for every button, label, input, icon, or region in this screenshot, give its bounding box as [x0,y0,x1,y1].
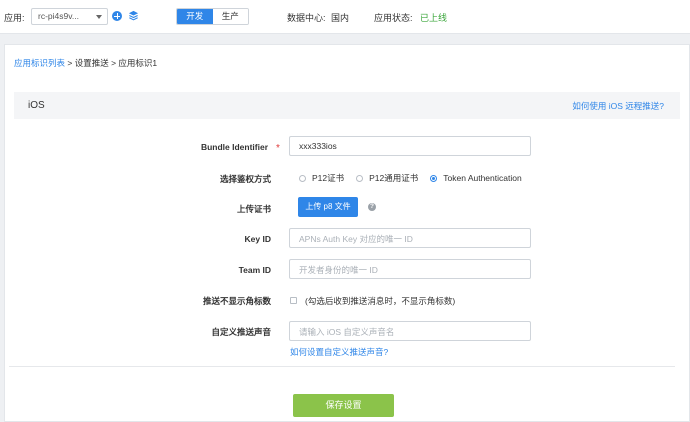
environment-toggle[interactable]: 开发 生产 [176,8,249,25]
upload-cert-label: 上传证书 [236,204,271,214]
breadcrumb-separator: > [108,58,119,68]
status-badge: 已上线 [420,13,448,23]
status-label: 应用状态: [374,13,413,23]
upload-p8-button[interactable]: 上传 p8 文件 [298,197,358,217]
required-marker: * [276,143,280,154]
app-select[interactable]: rc-pi4s9v... [31,8,108,25]
radio-p12-circle[interactable] [299,174,306,182]
custom-sound-label: 自定义推送声音 [211,327,271,337]
team-id-input[interactable]: 开发者身份的唯一 ID [289,259,531,279]
app-select-value: rc-pi4s9v... [38,11,79,21]
hide-badge-description: (勾选后收到推送消息时，不显示角标数) [305,296,456,306]
ios-push-help-link[interactable]: 如何使用 iOS 远程推送? [572,100,664,112]
hide-badge-checkbox[interactable] [290,297,297,304]
datacenter-value: 国内 [331,13,350,23]
form-divider [9,366,675,367]
datacenter-label: 数据中心: [287,13,326,23]
radio-p12[interactable]: P12证书 [299,172,344,184]
radio-p12-universal[interactable]: P12通用证书 [356,172,418,184]
layers-icon[interactable] [128,10,139,21]
breadcrumb-item-push: 设置推送 [74,58,109,68]
auth-method-label: 选择鉴权方式 [219,174,271,184]
hide-badge-label: 推送不显示角标数 [202,296,271,306]
custom-sound-input[interactable]: 请输入 iOS 自定义声音名 [289,321,531,341]
top-bar: 应用: rc-pi4s9v... 开发 生产 数据中心: 国内 应用状态: 已上… [0,0,690,34]
radio-token-auth-label: Token Authentication [443,173,522,183]
section-title: iOS [28,100,45,111]
bundle-id-input[interactable]: xxx333ios [289,136,531,156]
breadcrumb-item-current: 应用标识1 [118,58,158,68]
auth-method-radio-group: P12证书 P12通用证书 Token Authentication [299,172,534,184]
radio-p12-universal-circle[interactable] [356,174,364,182]
env-dev-button[interactable]: 开发 [177,9,213,24]
app-label: 应用: [4,13,25,23]
team-id-label: Team ID [238,265,271,275]
question-icon[interactable]: ? [368,203,376,211]
breadcrumb-link-app-list[interactable]: 应用标识列表 [14,58,65,68]
radio-p12-universal-label: P12通用证书 [369,173,419,183]
ios-section-header: iOS 如何使用 iOS 远程推送? [14,92,680,119]
caret-down-icon [96,15,102,19]
key-id-label: Key ID [244,234,271,244]
add-icon[interactable] [112,11,122,21]
env-prod-button[interactable]: 生产 [212,9,248,24]
radio-token-auth[interactable]: Token Authentication [430,173,522,183]
radio-p12-label: P12证书 [312,173,345,183]
key-id-input[interactable]: APNs Auth Key 对应的唯一 ID [289,228,531,248]
bundle-id-label: Bundle Identifier [200,142,268,152]
radio-token-auth-circle[interactable] [430,174,438,182]
breadcrumb: 应用标识列表 > 设置推送 > 应用标识1 [14,57,157,69]
custom-sound-help-link[interactable]: 如何设置自定义推送声音? [290,346,388,358]
save-button[interactable]: 保存设置 [293,394,394,417]
breadcrumb-separator: > [65,58,75,68]
